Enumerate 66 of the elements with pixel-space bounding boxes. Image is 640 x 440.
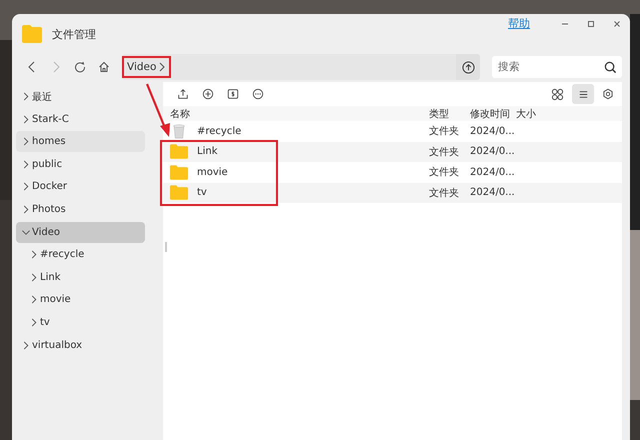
maximize-icon[interactable] [586, 19, 596, 29]
sidebar-item[interactable]: homes [16, 131, 145, 152]
table-cell: 2024/0... [470, 146, 516, 158]
folder-icon [170, 185, 188, 200]
close-icon[interactable] [612, 19, 622, 29]
chevron-icon [30, 250, 38, 260]
window-title: 文件管理 [52, 27, 96, 42]
column-header[interactable]: 修改时间 [470, 106, 516, 120]
chevron-icon [22, 92, 30, 101]
table-cell-text: 文件夹 [429, 124, 460, 138]
table-cell-text: 文件夹 [429, 146, 460, 159]
sidebar-item[interactable]: #recycle [16, 244, 145, 266]
chevron-icon [30, 295, 38, 304]
sidebar-item[interactable]: tv [16, 312, 145, 333]
breadcrumb-item[interactable]: Video [122, 56, 172, 78]
chevron-icon [22, 160, 30, 169]
chevron-icon [22, 137, 30, 146]
list-view-button[interactable] [572, 84, 594, 104]
column-header[interactable]: 类型 [429, 106, 470, 120]
dollar-icon[interactable] [227, 88, 239, 100]
chevron-icon [22, 340, 30, 350]
upload-button[interactable] [456, 54, 480, 80]
table-cell: 2024/0... [470, 166, 516, 178]
annotation-arrow [146, 84, 170, 137]
sidebar-item[interactable]: Link [16, 266, 145, 288]
sidebar-item[interactable]: Docker [16, 176, 145, 198]
table-cell-text: 文件夹 [429, 166, 460, 180]
chevron-icon [22, 114, 30, 124]
grid-icon [550, 88, 564, 100]
file-name[interactable]: tv [197, 187, 207, 198]
sidebar-item[interactable]: 最近 [16, 86, 145, 107]
column-header[interactable]: 名称 [163, 106, 429, 120]
file-name[interactable]: movie [197, 166, 228, 178]
more-icon[interactable] [252, 88, 264, 100]
table-cell: 2024/0... [470, 126, 516, 137]
upload-icon [462, 60, 474, 74]
chevron-icon [22, 204, 30, 214]
search-field[interactable]: 搜索 [492, 56, 622, 78]
column-header[interactable]: 大小 [516, 106, 556, 120]
chevron-icon [22, 182, 30, 192]
sidebar-item[interactable]: Stark-C [16, 108, 145, 130]
table-cell: 2024/0... [470, 187, 516, 198]
settings-icon[interactable] [602, 88, 614, 100]
refresh-icon[interactable] [74, 61, 86, 73]
folder-icon [170, 164, 188, 180]
add-icon[interactable] [202, 88, 214, 100]
chevron-icon [22, 228, 30, 236]
file-name[interactable]: Link [197, 146, 218, 158]
home-icon[interactable] [98, 61, 110, 73]
folder-icon [22, 25, 42, 43]
folder-icon [170, 144, 188, 160]
search-icon[interactable] [604, 60, 617, 74]
sidebar-item[interactable]: movie [16, 289, 145, 310]
help-link[interactable]: 帮助 [508, 16, 530, 31]
chevron-icon [30, 318, 38, 327]
path-bar[interactable]: Video [122, 54, 480, 80]
sidebar-item[interactable]: Photos [16, 198, 145, 220]
sidebar-item[interactable]: Video [16, 222, 145, 243]
chevron-icon [158, 62, 166, 72]
sidebar-item[interactable]: public [16, 154, 145, 175]
file-name[interactable]: #recycle [197, 126, 242, 137]
sidebar-item[interactable]: virtualbox [16, 334, 145, 356]
resize-handle[interactable] [165, 242, 167, 252]
upload-icon[interactable] [177, 88, 189, 100]
table-cell-text: 文件夹 [429, 186, 460, 200]
chevron-icon [30, 272, 38, 282]
